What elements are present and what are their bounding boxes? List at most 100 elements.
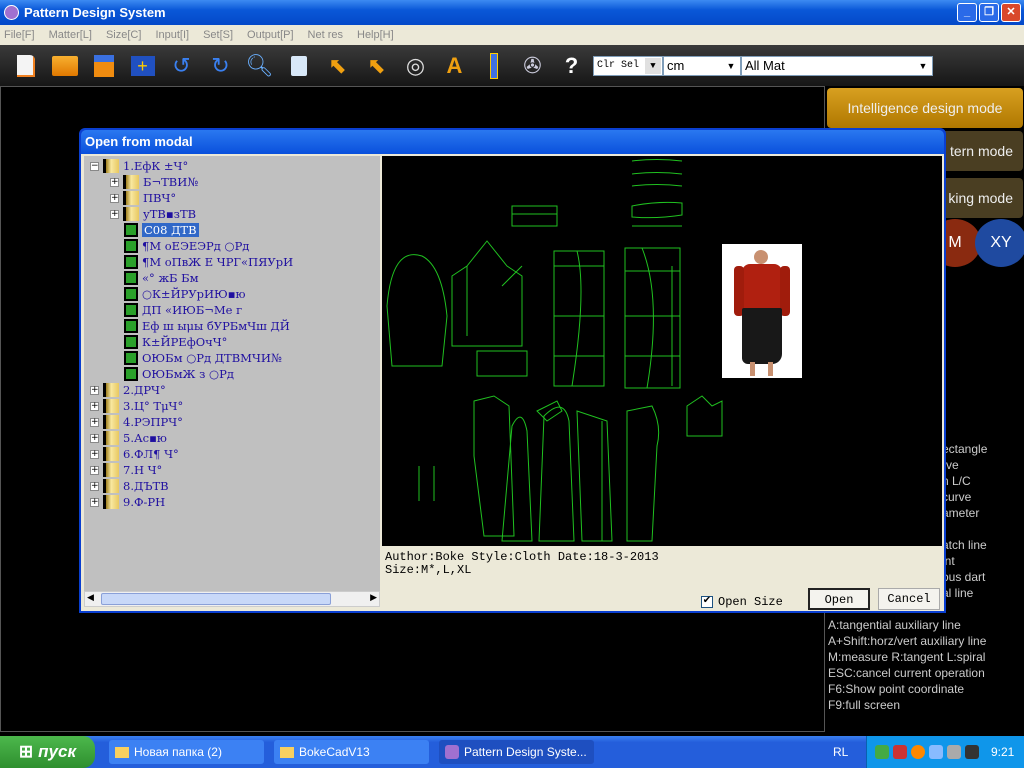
garment-photo [722, 244, 802, 378]
expand-icon[interactable]: + [110, 177, 119, 187]
start-button[interactable]: ⊞ пуск [0, 736, 95, 768]
tool-icon[interactable] [947, 745, 961, 759]
tree-node[interactable]: ○К±ЙРУрИЮ▪ю [124, 286, 246, 302]
scroll-left-icon[interactable]: ◀ [87, 592, 94, 603]
expand-icon[interactable]: + [90, 465, 99, 475]
open-button[interactable]: Open [808, 588, 870, 610]
open-folder-icon[interactable] [45, 48, 84, 84]
expand-icon[interactable]: + [90, 385, 99, 395]
folder-icon [103, 495, 119, 509]
tree-node[interactable]: + уТВ▪зТВ [110, 206, 196, 222]
tree-node[interactable]: +7.Н Ч° [90, 462, 162, 478]
title-bar: Pattern Design System _ ❐ ✕ [0, 0, 1024, 25]
model-file-icon [124, 255, 138, 269]
antivirus-icon[interactable] [911, 745, 925, 759]
close-button[interactable]: ✕ [1001, 3, 1021, 22]
expand-icon[interactable]: + [90, 433, 99, 443]
recycle-icon[interactable] [279, 48, 318, 84]
help-icon[interactable]: ? [552, 48, 591, 84]
folder-icon [280, 746, 294, 758]
checkbox-checked-icon[interactable]: ✔ [701, 596, 713, 608]
tree-node[interactable]: «° жБ Бм [124, 270, 199, 286]
material-dropdown[interactable]: All Mat ▼ [741, 55, 933, 76]
tree-node[interactable]: Еф ш ыμы бУРБмЧш ДЙ [124, 318, 290, 334]
expand-icon[interactable]: + [90, 481, 99, 491]
tree-node[interactable]: + ПВЧ° [110, 190, 176, 206]
monitor-icon[interactable] [965, 745, 979, 759]
select-arrow-icon[interactable]: ⬉ [318, 48, 357, 84]
volume-muted-icon[interactable] [893, 745, 907, 759]
tree-node-label: 2.ДРЧ° [123, 383, 166, 397]
shield-icon[interactable] [929, 745, 943, 759]
redo-icon[interactable]: ↻ [201, 48, 240, 84]
expand-icon[interactable]: + [110, 193, 119, 203]
tree-node[interactable]: + Б¬ТВИ№ [110, 174, 198, 190]
scroll-right-icon[interactable]: ▶ [370, 592, 377, 603]
chevron-down-icon: ▼ [723, 57, 739, 74]
open-from-modal-dialog: Open from modal − 1.ЕфК ±Ч° + Б¬ТВИ№ + ПВЧ° + … [79, 128, 946, 613]
minimize-button[interactable]: _ [957, 3, 977, 22]
tree-node-label: ¶М оЕЭЕЭРд ○Рд [142, 239, 250, 253]
expand-icon[interactable]: + [90, 497, 99, 507]
folder-icon [103, 159, 119, 173]
save-icon[interactable] [84, 48, 123, 84]
add-folder-icon[interactable]: + [123, 48, 162, 84]
tree-node[interactable]: К±ЙРЕфОчЧ° [124, 334, 227, 350]
model-tree[interactable]: −1.ЕфК ±Ч° + Б¬ТВИ№ + ПВЧ° + уТВ▪зТВ C08 ДТВ ¶М… [84, 156, 380, 591]
ruler-icon[interactable] [474, 48, 513, 84]
new-file-icon[interactable] [6, 48, 45, 84]
expand-icon[interactable]: + [90, 449, 99, 459]
expand-icon[interactable]: + [90, 417, 99, 427]
expand-icon[interactable]: + [110, 209, 119, 219]
expand-icon[interactable]: + [90, 401, 99, 411]
cancel-button[interactable]: Cancel [878, 588, 940, 610]
undo-icon[interactable]: ↺ [162, 48, 201, 84]
tree-node[interactable]: +2.ДРЧ° [90, 382, 166, 398]
reel-icon[interactable]: ✇ [513, 48, 552, 84]
tree-node[interactable]: +9.Ф-РН [90, 494, 165, 510]
menu-output[interactable]: Output[P] [247, 29, 293, 41]
folder-icon [103, 415, 119, 429]
xy-button[interactable]: XY [975, 219, 1024, 267]
tree-node[interactable]: ¶М оЕЭЕЭРд ○Рд [124, 238, 249, 254]
tree-node[interactable]: +8.ДЪТВ [90, 478, 169, 494]
menu-help[interactable]: Help[H] [357, 29, 394, 41]
taskbar-item-folder[interactable]: Новая папка (2) [109, 740, 264, 764]
tree-node[interactable]: ¶М оПвЖ Е ЧРГ«ПЯУрИ [124, 254, 293, 270]
tree-node[interactable]: − 1.ЕфК ±Ч° [90, 158, 188, 174]
collapse-icon[interactable]: − [90, 161, 99, 171]
text-icon[interactable]: A [435, 48, 474, 84]
curve-arrow-icon[interactable]: ⬉ [357, 48, 396, 84]
open-size-checkbox[interactable]: ✔ Open Size [701, 595, 783, 609]
clock: 9:21 [991, 745, 1015, 759]
menu-net-res[interactable]: Net res [308, 29, 343, 41]
lasso-icon[interactable]: ◎ [396, 48, 435, 84]
language-indicator[interactable]: RL [833, 745, 848, 759]
tree-node[interactable]: +6.ФЛ¶ Ч° [90, 446, 179, 462]
unit-dropdown[interactable]: cm ▼ [663, 55, 741, 76]
menu-file[interactable]: File[F] [4, 29, 35, 41]
app-icon [4, 5, 19, 20]
tree-node[interactable]: ОЮБм ○Рд ДТВМЧИ№ [124, 350, 282, 366]
tree-node[interactable]: ОЮБмЖ з ○Рд [124, 366, 234, 382]
tree-node[interactable]: C08 ДТВ [124, 222, 199, 238]
menu-size[interactable]: Size[C] [106, 29, 141, 41]
color-select-dropdown[interactable]: Clr Sel ▼ [593, 55, 663, 76]
zoom-icon[interactable]: 🔍︎ [240, 48, 279, 84]
intelligence-design-mode-button[interactable]: Intelligence design mode [827, 88, 1023, 128]
tree-node[interactable]: ДП «ИЮБ¬Ме г [124, 302, 242, 318]
menu-input[interactable]: Input[I] [155, 29, 189, 41]
tree-node[interactable]: +3.Ц° ТμЧ° [90, 398, 183, 414]
taskbar-item-pattern-design[interactable]: Pattern Design Syste... [439, 740, 594, 764]
tree-node[interactable]: +4.РЭПРЧ° [90, 414, 183, 430]
app-icon [445, 745, 459, 759]
taskbar-item-bokecad[interactable]: BokeCadV13 [274, 740, 429, 764]
menu-set[interactable]: Set[S] [203, 29, 233, 41]
scrollbar-thumb[interactable] [101, 593, 331, 605]
maximize-button[interactable]: ❐ [979, 3, 999, 22]
tree-node-label: ДП «ИЮБ¬Ме г [142, 303, 243, 317]
tree-node[interactable]: +5.Ас▪ю [90, 430, 167, 446]
menu-matter[interactable]: Matter[L] [49, 29, 92, 41]
network-icon[interactable] [875, 745, 889, 759]
tree-horizontal-scrollbar[interactable]: ◀ ▶ [84, 591, 380, 607]
